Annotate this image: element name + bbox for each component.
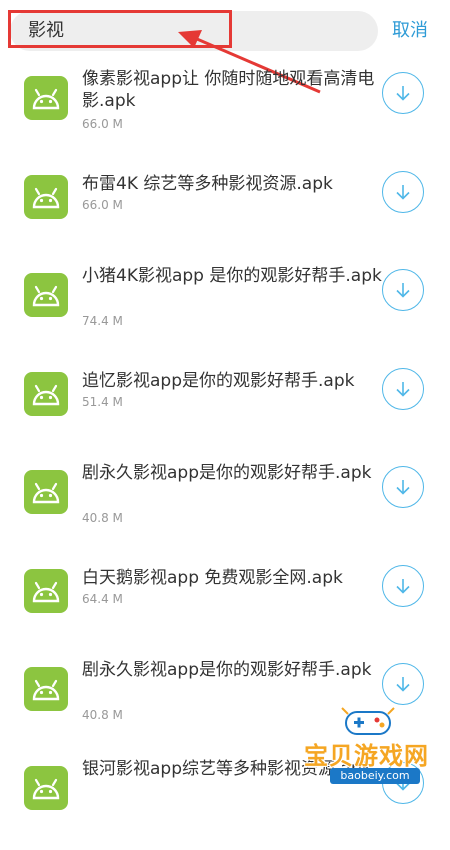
file-name: 剧永久影视app是你的观影好帮手.apk <box>82 660 372 680</box>
list-item[interactable]: 小猪4K影视app 是你的观影好帮手.apk 74.4 M <box>0 261 450 357</box>
list-item[interactable]: 白天鹅影视app 免费观影全网.apk 64.4 M <box>0 557 450 653</box>
file-size: 40.8 M <box>82 708 123 722</box>
file-name: 剧永久影视app是你的观影好帮手.apk <box>82 463 372 483</box>
file-size: 66.0 M <box>82 197 123 212</box>
watermark-title: 宝贝游戏网 <box>304 742 429 770</box>
watermark-url: baobeiy.com <box>330 768 420 784</box>
file-size: 66.0 M <box>82 117 123 131</box>
download-arrow-icon <box>396 381 410 397</box>
download-arrow-icon <box>396 283 410 298</box>
android-icon <box>24 76 68 120</box>
file-name: 布雷4K 综艺等多种影视资源.apk <box>82 173 333 194</box>
download-button[interactable] <box>382 367 424 410</box>
file-name: 小猪4K影视app 是你的观影好帮手.apk <box>82 266 382 286</box>
file-name: 像素影视app让 你随时随地观看高清电影.apk <box>82 69 375 111</box>
search-field[interactable] <box>10 11 378 51</box>
download-button[interactable] <box>382 72 424 114</box>
android-icon <box>24 765 68 810</box>
file-size: 64.4 M <box>82 591 123 606</box>
download-arrow-icon <box>396 86 410 101</box>
download-button[interactable] <box>382 564 424 607</box>
download-button[interactable] <box>382 466 424 508</box>
list-item[interactable]: 像素影视app让 你随时随地观看高清电影.apk 66.0 M <box>0 64 450 160</box>
download-arrow-icon <box>396 184 410 200</box>
watermark: 宝贝游戏网 baobeiy.com <box>300 700 450 800</box>
file-name: 追忆影视app是你的观影好帮手.apk <box>82 370 355 391</box>
file-size: 74.4 M <box>82 314 123 328</box>
download-arrow-icon <box>396 578 410 594</box>
download-arrow-icon <box>396 677 410 692</box>
list-item[interactable]: 布雷4K 综艺等多种影视资源.apk 66.0 M <box>0 163 450 259</box>
search-bar: 取消 <box>0 0 450 64</box>
file-size: 51.4 M <box>82 394 123 409</box>
android-icon <box>24 667 68 711</box>
android-icon <box>24 568 68 613</box>
download-arrow-icon <box>396 480 410 495</box>
cancel-button[interactable]: 取消 <box>392 16 428 46</box>
android-icon <box>24 174 68 219</box>
android-icon <box>24 470 68 514</box>
search-input[interactable] <box>28 11 358 51</box>
android-icon <box>24 371 68 416</box>
download-button[interactable] <box>382 663 424 705</box>
android-icon <box>24 273 68 317</box>
download-button[interactable] <box>382 170 424 213</box>
list-item[interactable]: 追忆影视app是你的观影好帮手.apk 51.4 M <box>0 360 450 456</box>
file-name: 白天鹅影视app 免费观影全网.apk <box>82 567 343 588</box>
list-item[interactable]: 剧永久影视app是你的观影好帮手.apk 40.8 M <box>0 458 450 554</box>
file-size: 40.8 M <box>82 511 123 525</box>
download-button[interactable] <box>382 269 424 311</box>
